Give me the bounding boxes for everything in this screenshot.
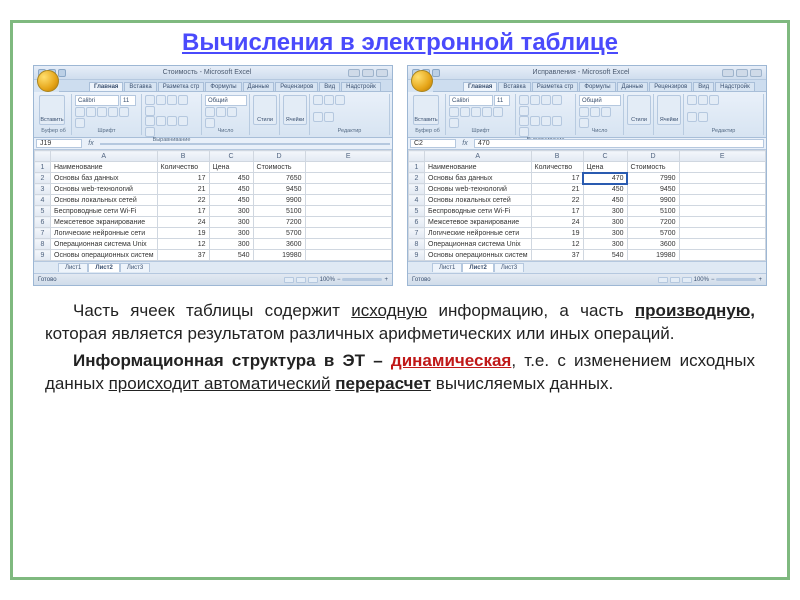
cells-button[interactable]: Ячейки [283, 95, 307, 125]
excel-window-left: Стоимость - Microsoft Excel Главная Вста… [33, 65, 393, 286]
ribbon: Вставить Буфер об Calibri 11 Шрифт Вырав… [408, 92, 766, 138]
titlebar: Стоимость - Microsoft Excel [34, 66, 392, 80]
window-buttons[interactable] [348, 69, 388, 77]
titlebar: Исправления - Microsoft Excel [408, 66, 766, 80]
formula-bar: J19 fx [34, 138, 392, 150]
group-number: Число [205, 128, 246, 134]
status-bar: Готово 100% −+ [408, 273, 766, 285]
status-ready: Готово [38, 277, 57, 283]
name-box[interactable]: C2 [410, 139, 456, 148]
slide-body-text: Часть ячеек таблицы содержит исходную ин… [25, 300, 775, 396]
excel-window-right: Исправления - Microsoft Excel Главная Вс… [407, 65, 767, 286]
office-button[interactable] [411, 70, 433, 92]
paste-button[interactable]: Вставить [39, 95, 65, 125]
window-buttons[interactable] [722, 69, 762, 77]
zoom-control[interactable]: 100% −+ [284, 277, 388, 283]
tab-data[interactable]: Данные [243, 82, 275, 91]
ribbon-tabs[interactable]: Главная Вставка Разметка стр Формулы Дан… [59, 80, 392, 92]
tab-insert[interactable]: Вставка [124, 82, 156, 91]
fx-icon[interactable]: fx [458, 140, 472, 147]
status-bar: Готово 100% −+ [34, 273, 392, 285]
formula-input[interactable] [100, 143, 390, 145]
sheet-tabs[interactable]: Лист1 Лист2 Лист3 [408, 261, 766, 273]
group-clipboard: Буфер об [39, 128, 68, 134]
spreadsheet-grid[interactable]: A B C D E 1НаименованиеКоличествоЦенаСто… [34, 150, 392, 261]
tab-review[interactable]: Рецензиров [275, 82, 318, 91]
ribbon-tabs[interactable]: Главная Вставка Разметка стр Формулы Дан… [433, 80, 766, 92]
number-format[interactable]: Общий [205, 95, 247, 106]
slide-frame: Вычисления в электронной таблице Стоимос… [10, 20, 790, 580]
tab-layout[interactable]: Разметка стр [158, 82, 205, 91]
office-button[interactable] [37, 70, 59, 92]
selected-cell: 470 [583, 173, 627, 184]
name-box[interactable]: J19 [36, 139, 82, 148]
ribbon: Вставить Буфер об Calibri 11 Шрифт Вырав… [34, 92, 392, 138]
spreadsheet-grid[interactable]: A B C D E 1НаименованиеКоличествоЦенаСто… [408, 150, 766, 261]
fx-icon[interactable]: fx [84, 140, 98, 147]
slide-title: Вычисления в электронной таблице [25, 29, 775, 57]
zoom-control[interactable]: 100% −+ [658, 277, 762, 283]
window-title: Исправления - Microsoft Excel [440, 69, 722, 76]
tab-view[interactable]: Вид [319, 82, 340, 91]
tab-formulas[interactable]: Формулы [205, 82, 241, 91]
group-font: Шрифт [75, 128, 138, 134]
group-edit: Редактир [313, 128, 386, 134]
screenshots-row: Стоимость - Microsoft Excel Главная Вста… [25, 65, 775, 286]
sheet-tabs[interactable]: Лист1 Лист2 Лист3 [34, 261, 392, 273]
formula-input[interactable]: 470 [474, 139, 764, 148]
tab-home[interactable]: Главная [89, 82, 123, 91]
font-name[interactable]: Calibri [75, 95, 119, 106]
font-size[interactable]: 11 [120, 95, 136, 106]
window-title: Стоимость - Microsoft Excel [66, 69, 348, 76]
styles-button[interactable]: Стили [253, 95, 277, 125]
tab-addins[interactable]: Надстройк [341, 82, 381, 91]
formula-bar: C2 fx 470 [408, 138, 766, 150]
